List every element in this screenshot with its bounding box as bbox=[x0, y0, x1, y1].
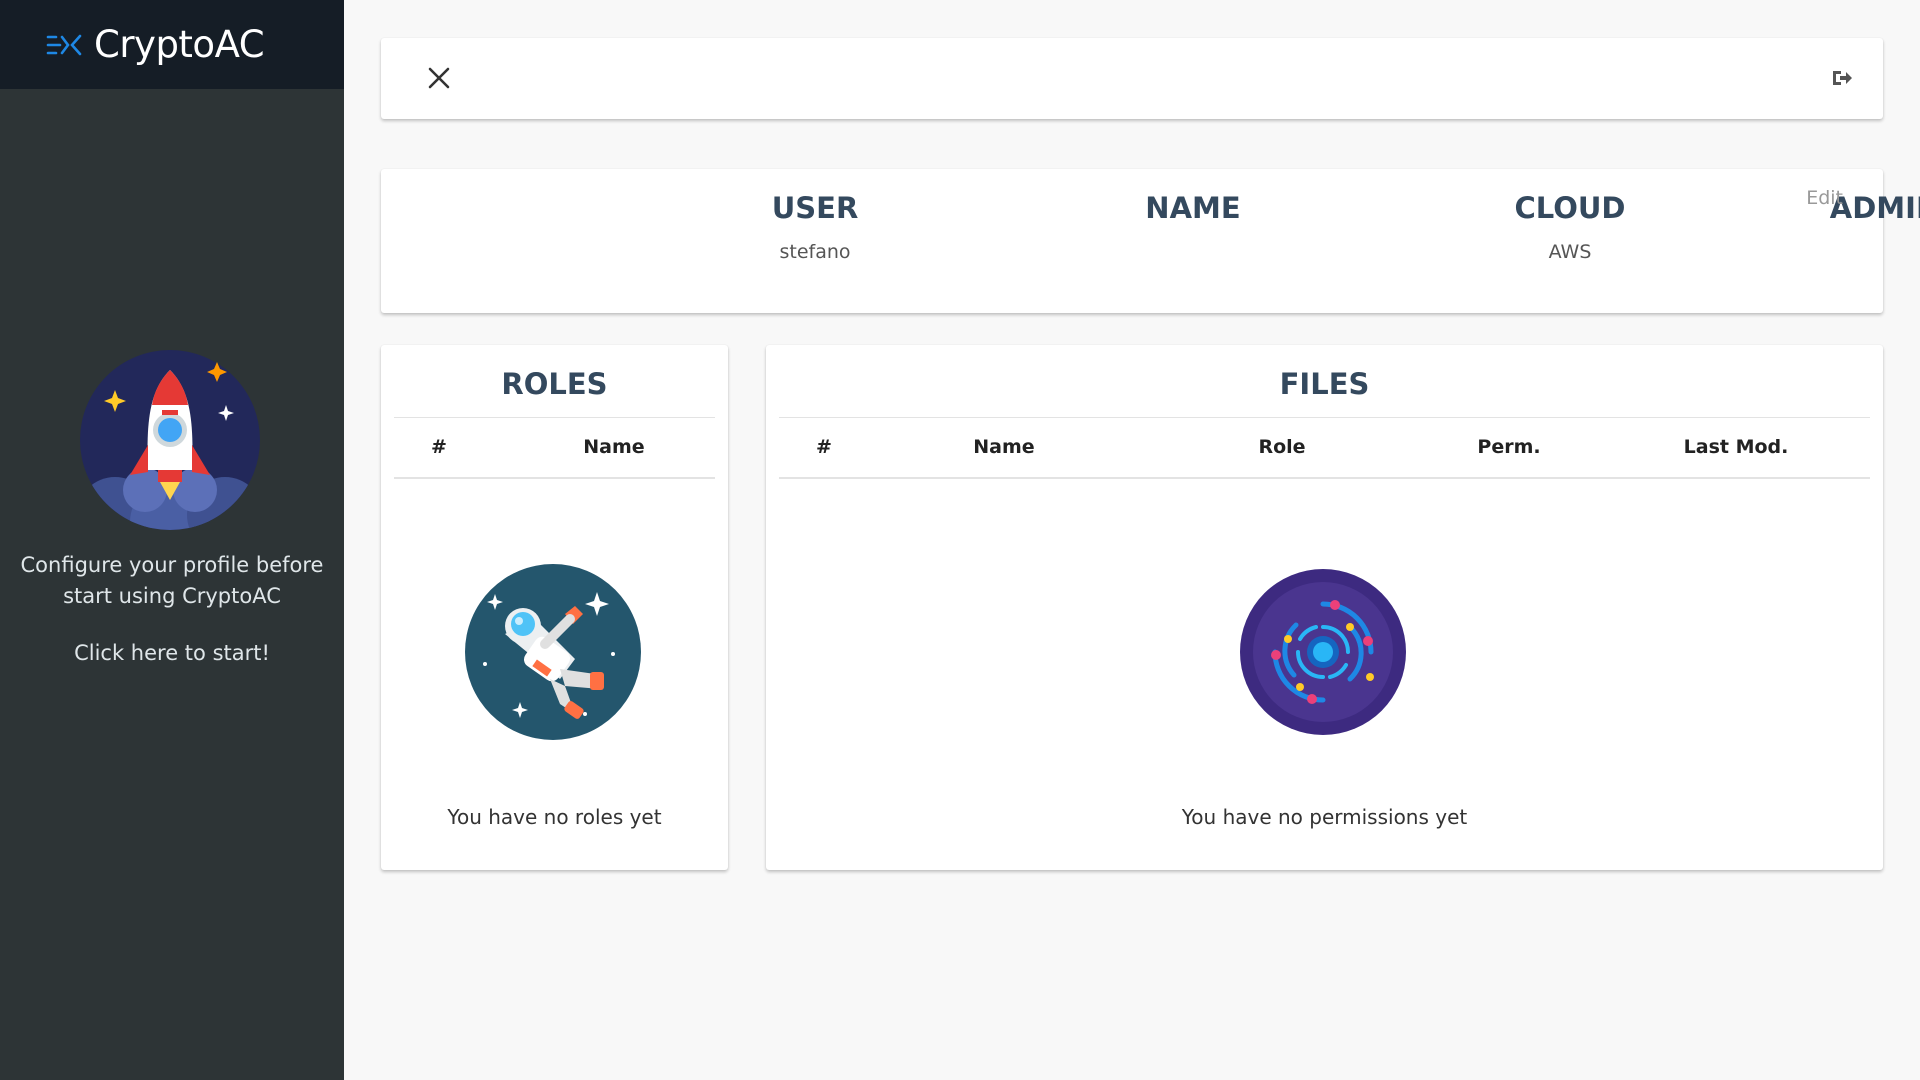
cloud-column: CLOUD AWS bbox=[1440, 191, 1700, 263]
roles-col-index[interactable]: # bbox=[404, 436, 474, 458]
files-col-perm[interactable]: Perm. bbox=[1409, 436, 1609, 458]
files-col-role[interactable]: Role bbox=[1182, 436, 1382, 458]
roles-card: ROLES # Name You have no roles yet bbox=[381, 345, 728, 870]
sidebar-message: Configure your profile before start usin… bbox=[20, 553, 324, 608]
sidebar: CryptoAC Configure your profile before s… bbox=[0, 0, 344, 1080]
roles-empty-message: You have no roles yet bbox=[447, 805, 662, 829]
galaxy-illustration bbox=[1240, 569, 1406, 740]
files-col-last-mod[interactable]: Last Mod. bbox=[1636, 436, 1836, 458]
files-title: FILES bbox=[1279, 367, 1370, 401]
start-link[interactable]: Click here to start! bbox=[0, 638, 344, 669]
roles-table-header: # Name bbox=[394, 417, 715, 479]
user-header: USER bbox=[771, 191, 859, 225]
user-value: stefano bbox=[779, 241, 851, 263]
user-info-card: USER stefano NAME CLOUD AWS ADMIN Edit bbox=[381, 169, 1920, 313]
astronaut-illustration bbox=[465, 564, 641, 745]
roles-title: ROLES bbox=[501, 367, 608, 401]
cryptoac-logo-icon bbox=[46, 34, 82, 55]
files-col-name[interactable]: Name bbox=[909, 436, 1099, 458]
user-column: USER stefano bbox=[685, 191, 945, 263]
rocket-illustration bbox=[80, 350, 260, 530]
files-col-index[interactable]: # bbox=[789, 436, 859, 458]
cloud-value: AWS bbox=[1548, 241, 1592, 263]
cloud-header: CLOUD bbox=[1514, 191, 1626, 225]
name-header: NAME bbox=[1145, 191, 1241, 225]
edit-button[interactable]: Edit bbox=[1806, 187, 1843, 209]
close-icon[interactable] bbox=[421, 60, 457, 96]
files-card: FILES # Name Role Perm. Last Mod. You ha… bbox=[766, 345, 1883, 870]
roles-col-name[interactable]: Name bbox=[524, 436, 704, 458]
name-column: NAME bbox=[1063, 191, 1323, 241]
files-table-header: # Name Role Perm. Last Mod. bbox=[779, 417, 1870, 479]
brand-name: CryptoAC bbox=[94, 23, 265, 66]
brand-bar[interactable]: CryptoAC bbox=[0, 0, 344, 89]
sign-out-icon[interactable] bbox=[1829, 66, 1853, 90]
files-empty-message: You have no permissions yet bbox=[1181, 805, 1468, 829]
top-bar bbox=[381, 38, 1883, 119]
